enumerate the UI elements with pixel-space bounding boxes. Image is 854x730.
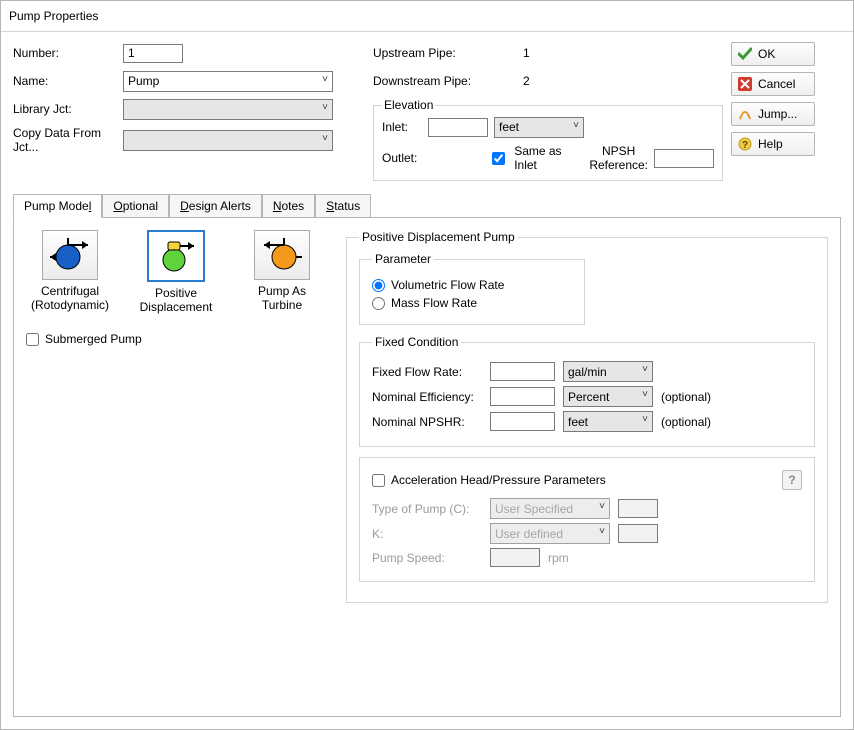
fixed-condition-legend: Fixed Condition	[372, 335, 461, 349]
pump-speed-unit: rpm	[548, 551, 569, 565]
submerged-pump-label: Submerged Pump	[45, 332, 142, 346]
elevation-legend: Elevation	[382, 98, 435, 112]
tab-strip: Pump Model Optional Design Alerts Notes …	[13, 193, 841, 217]
accel-group: Acceleration Head/Pressure Parameters ? …	[359, 457, 815, 582]
tab-status[interactable]: Status	[315, 194, 371, 218]
volumetric-label: Volumetric Flow Rate	[391, 278, 504, 292]
upstream-pipe-value: 1	[523, 46, 530, 60]
number-input[interactable]	[123, 44, 183, 63]
type-pump-label: Type of Pump (C):	[372, 502, 482, 516]
centrifugal-caption: Centrifugal (Rotodynamic)	[26, 284, 114, 312]
accel-help-button[interactable]: ?	[782, 470, 802, 490]
checkmark-icon	[738, 47, 752, 61]
pump-speed-label: Pump Speed:	[372, 551, 482, 565]
help-button[interactable]: ? Help	[731, 132, 815, 156]
tab-optional[interactable]: Optional	[102, 194, 169, 218]
number-label: Number:	[13, 46, 123, 60]
library-jct-select[interactable]	[123, 99, 333, 120]
mass-radio[interactable]	[372, 297, 385, 310]
inlet-elev-unit-select[interactable]: feet	[494, 117, 584, 138]
inlet-elev-input[interactable]	[428, 118, 488, 137]
nominal-npshr-label: Nominal NPSHR:	[372, 415, 482, 429]
jump-icon	[738, 107, 752, 121]
type-pump-select: User Specified	[490, 498, 610, 519]
tab-design-alerts[interactable]: Design Alerts	[169, 194, 262, 218]
copy-data-select[interactable]	[123, 130, 333, 151]
fixed-condition-group: Fixed Condition Fixed Flow Rate: gal/min…	[359, 335, 815, 447]
pump-type-column: Centrifugal (Rotodynamic) Positive Displ…	[26, 230, 326, 704]
pump-as-turbine-icon	[262, 237, 302, 273]
parameter-group: Parameter Volumetric Flow Rate Mass Flow…	[359, 252, 585, 325]
accel-checkbox[interactable]	[372, 474, 385, 487]
pipe-elev-fields: Upstream Pipe: 1 Downstream Pipe: 2 Elev…	[373, 42, 723, 181]
tab-notes[interactable]: Notes	[262, 194, 315, 218]
pump-model-page: Centrifugal (Rotodynamic) Positive Displ…	[13, 217, 841, 717]
top-area: Number: Name: Library Jct: Copy Data Fro…	[1, 32, 853, 187]
pat-caption: Pump As Turbine	[238, 284, 326, 312]
volumetric-radio[interactable]	[372, 279, 385, 292]
nominal-eff-unit-select[interactable]: Percent	[563, 386, 653, 407]
positive-displacement-caption: Positive Displacement	[132, 286, 220, 314]
npsh-ref-input[interactable]	[654, 149, 714, 168]
downstream-pipe-value: 2	[523, 74, 530, 88]
k-value-input	[618, 524, 658, 543]
submerged-pump-checkbox[interactable]	[26, 333, 39, 346]
help-icon: ?	[738, 137, 752, 151]
dialog-buttons: OK Cancel Jump... ? Help	[731, 42, 841, 181]
pdp-group: Positive Displacement Pump Parameter Vol…	[346, 230, 828, 603]
k-select: User defined	[490, 523, 610, 544]
centrifugal-icon	[50, 237, 90, 273]
same-as-inlet-label: Same as Inlet	[514, 144, 583, 172]
pdp-legend: Positive Displacement Pump	[359, 230, 518, 244]
nominal-eff-input[interactable]	[490, 387, 555, 406]
pdp-column: Positive Displacement Pump Parameter Vol…	[346, 230, 828, 704]
pump-properties-window: Pump Properties Number: Name: Library Jc…	[0, 0, 854, 730]
npshr-optional-tag: (optional)	[661, 415, 711, 429]
inlet-label: Inlet:	[382, 120, 422, 134]
tab-pump-model[interactable]: Pump Model	[13, 194, 102, 218]
library-jct-label: Library Jct:	[13, 102, 123, 116]
mass-label: Mass Flow Rate	[391, 296, 477, 310]
window-title: Pump Properties	[9, 9, 98, 23]
name-combobox[interactable]	[123, 71, 333, 92]
pump-type-buttons: Centrifugal (Rotodynamic) Positive Displ…	[26, 230, 326, 314]
accel-label: Acceleration Head/Pressure Parameters	[391, 473, 606, 487]
pump-type-pat[interactable]: Pump As Turbine	[238, 230, 326, 314]
elevation-group: Elevation Inlet: feet Outlet: Same as In…	[373, 98, 723, 181]
pump-type-positive-displacement[interactable]: Positive Displacement	[132, 230, 220, 314]
fixed-flow-input[interactable]	[490, 362, 555, 381]
copy-data-label: Copy Data From Jct...	[13, 126, 123, 154]
ok-button[interactable]: OK	[731, 42, 815, 66]
npsh-ref-label: NPSH Reference:	[589, 144, 648, 172]
title-bar: Pump Properties	[1, 1, 853, 32]
nominal-npshr-unit-select[interactable]: feet	[563, 411, 653, 432]
pump-speed-input	[490, 548, 540, 567]
fixed-flow-unit-select[interactable]: gal/min	[563, 361, 653, 382]
same-as-inlet-checkbox[interactable]	[492, 152, 505, 165]
nominal-eff-label: Nominal Efficiency:	[372, 390, 482, 404]
type-pump-value-input	[618, 499, 658, 518]
parameter-legend: Parameter	[372, 252, 434, 266]
name-label: Name:	[13, 74, 123, 88]
pump-type-centrifugal[interactable]: Centrifugal (Rotodynamic)	[26, 230, 114, 314]
downstream-pipe-label: Downstream Pipe:	[373, 74, 523, 88]
nominal-npshr-input[interactable]	[490, 412, 555, 431]
svg-text:?: ?	[742, 140, 748, 151]
positive-displacement-icon	[156, 238, 196, 274]
k-label: K:	[372, 527, 482, 541]
outlet-label: Outlet:	[382, 151, 420, 165]
cancel-icon	[738, 77, 752, 91]
eff-optional-tag: (optional)	[661, 390, 711, 404]
upstream-pipe-label: Upstream Pipe:	[373, 46, 523, 60]
jump-button[interactable]: Jump...	[731, 102, 815, 126]
cancel-button[interactable]: Cancel	[731, 72, 815, 96]
fixed-flow-label: Fixed Flow Rate:	[372, 365, 482, 379]
basic-fields: Number: Name: Library Jct: Copy Data Fro…	[13, 42, 373, 181]
